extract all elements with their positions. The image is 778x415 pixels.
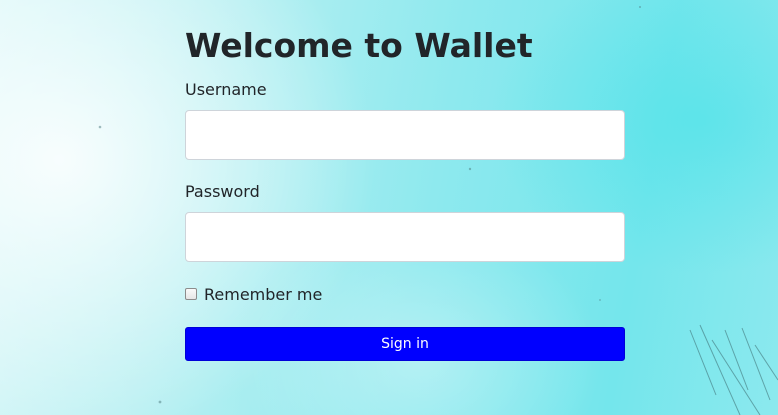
password-label: Password <box>185 182 260 201</box>
password-input[interactable] <box>185 212 625 262</box>
remember-me-row[interactable]: Remember me <box>185 284 625 304</box>
login-form: Welcome to Wallet Username Password Reme… <box>185 26 625 361</box>
remember-me-checkbox[interactable] <box>185 288 197 300</box>
username-label: Username <box>185 80 267 99</box>
remember-me-label[interactable]: Remember me <box>204 285 322 304</box>
sign-in-button[interactable]: Sign in <box>185 327 625 361</box>
username-input[interactable] <box>185 110 625 160</box>
page-title: Welcome to Wallet <box>185 26 533 65</box>
